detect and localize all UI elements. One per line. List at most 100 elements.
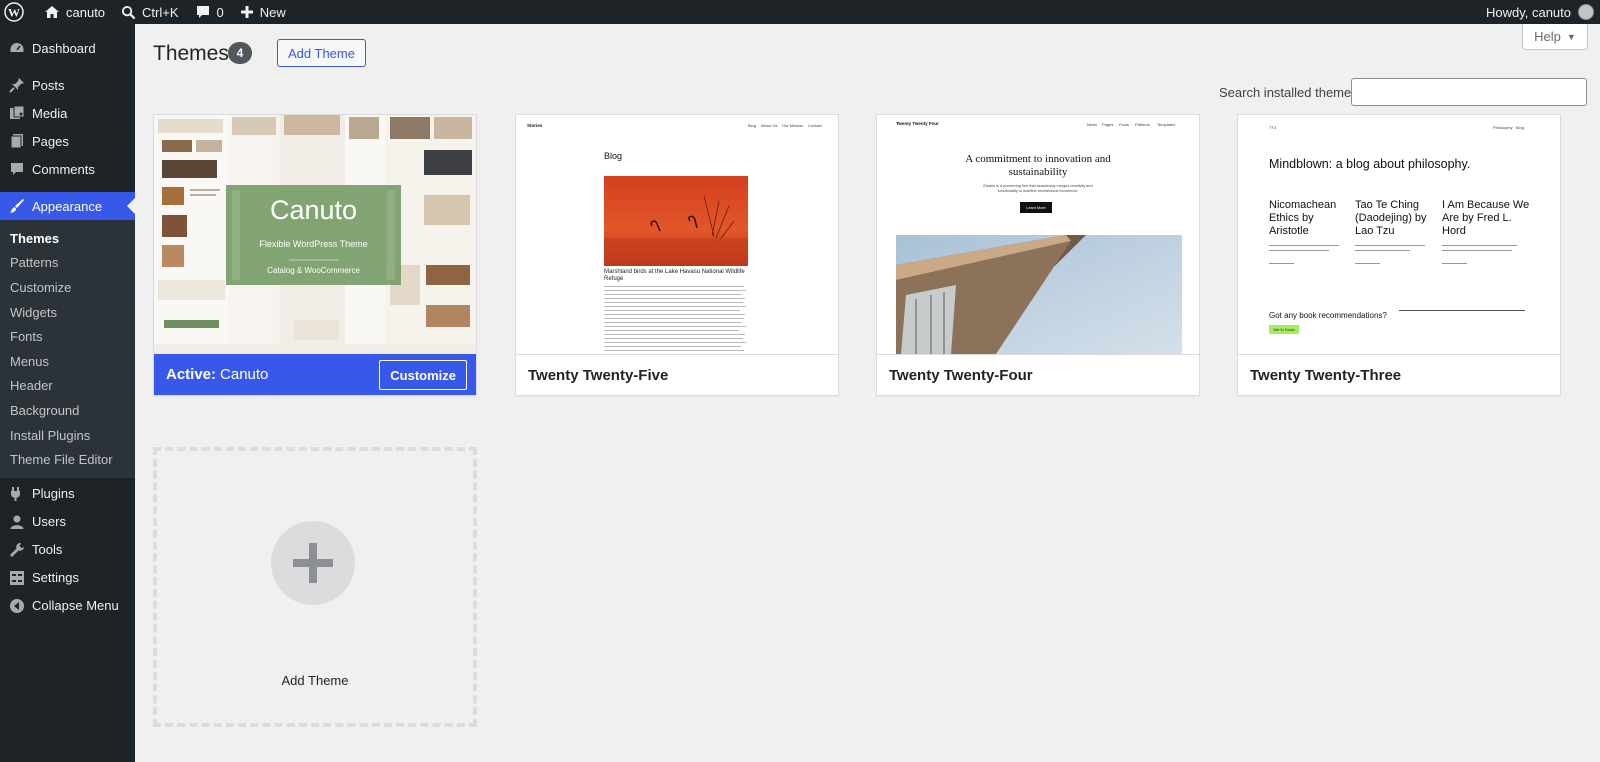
- submenu-themes[interactable]: Themes: [0, 226, 135, 251]
- submenu-menus[interactable]: Menus: [0, 349, 135, 374]
- avatar: [1578, 4, 1594, 20]
- theme-name-bar: Active: Canuto Customize: [154, 354, 476, 395]
- theme-name: Twenty Twenty-Three: [1250, 366, 1402, 384]
- shot-caption: Marshland birds at the Lake Havasu Natio…: [604, 269, 745, 282]
- shot-button: Get In Touch: [1269, 325, 1299, 334]
- shot-post: Nicomachean Ethics by Aristotle: [1269, 199, 1337, 237]
- menu-posts[interactable]: Posts: [0, 71, 135, 99]
- admin-bar: W canuto Ctrl+K 0 New Howdy, canuto: [0, 0, 1600, 24]
- theme-name-bar: Twenty Twenty-Four: [877, 354, 1199, 395]
- menu-plugins[interactable]: Plugins: [0, 480, 135, 508]
- theme-screenshot[interactable]: Twenty Twenty Four News Pages Posts Patt…: [877, 115, 1199, 354]
- search-shortcut: Ctrl+K: [142, 4, 179, 20]
- shot-subtitle: Flexible WordPress Theme: [259, 239, 368, 249]
- menu-label: Posts: [32, 77, 65, 93]
- search-themes-input[interactable]: [1351, 78, 1587, 106]
- user-icon: [9, 514, 25, 530]
- shot-nav-item: Patterns: [1135, 122, 1150, 127]
- theme-name: Canuto: [220, 366, 269, 383]
- submenu-background[interactable]: Background: [0, 398, 135, 423]
- site-name: canuto: [66, 4, 106, 20]
- submenu-patterns[interactable]: Patterns: [0, 251, 135, 276]
- command-palette-button[interactable]: Ctrl+K: [113, 0, 186, 24]
- shot-heading: Blog: [604, 151, 623, 161]
- menu-label: Dashboard: [32, 40, 96, 56]
- comment-icon: [196, 6, 209, 18]
- menu-users[interactable]: Users: [0, 508, 135, 536]
- add-new-theme-card[interactable]: Add Theme: [153, 447, 477, 727]
- bird-photo: [604, 176, 748, 266]
- dashboard-icon: [9, 40, 25, 56]
- site-name-link[interactable]: canuto: [36, 0, 113, 24]
- menu-label: Media: [32, 105, 68, 121]
- collapse-icon: [9, 598, 25, 614]
- submenu-install-plugins[interactable]: Install Plugins: [0, 423, 135, 448]
- main-content: Themes 4 Add Theme Help ▼ Search install…: [135, 24, 1600, 762]
- shot-post: I Am Because We Are by Fred L. Hord: [1442, 199, 1530, 237]
- menu-settings[interactable]: Settings: [0, 564, 135, 592]
- wordpress-logo-icon[interactable]: W: [0, 0, 36, 24]
- brush-icon: [9, 198, 25, 214]
- menu-label: Users: [32, 514, 66, 530]
- add-theme-label: Add Theme: [281, 673, 349, 688]
- theme-name: Twenty Twenty-Four: [889, 366, 1033, 384]
- menu-label: Settings: [32, 570, 79, 586]
- shot-button: Learn More: [1020, 202, 1052, 213]
- shot-nav-item: Contact: [808, 123, 822, 128]
- menu-label: Comments: [32, 161, 95, 177]
- menu-pages[interactable]: Pages: [0, 127, 135, 155]
- search-icon: [121, 5, 136, 19]
- shot-nav-item: Philosophy: [1493, 125, 1513, 130]
- settings-icon: [9, 570, 25, 586]
- svg-text:W: W: [8, 6, 20, 20]
- help-tab-button[interactable]: Help ▼: [1522, 24, 1588, 50]
- theme-screenshot[interactable]: TT3 Philosophy Blog Mindblown: a blog ab…: [1238, 115, 1560, 354]
- theme-card-twenty-twenty-four[interactable]: Twenty Twenty Four News Pages Posts Patt…: [876, 114, 1200, 396]
- comments-link[interactable]: 0: [187, 0, 232, 24]
- theme-screenshot[interactable]: Canuto Flexible WordPress Theme Catalog …: [154, 115, 476, 354]
- submenu-header[interactable]: Header: [0, 374, 135, 399]
- plus-icon: [271, 521, 355, 605]
- shot-nav-item: Templates: [1157, 122, 1176, 127]
- admin-sidebar: Dashboard Posts Media Pages Comments App…: [0, 24, 135, 762]
- add-theme-button[interactable]: Add Theme: [277, 39, 366, 67]
- shot-nav-item: Pages: [1102, 122, 1114, 127]
- submenu-widgets[interactable]: Widgets: [0, 300, 135, 325]
- theme-screenshot[interactable]: Stories Blog About Us Our Mission Contac…: [516, 115, 838, 354]
- shot-nav-item: Posts: [1119, 122, 1130, 127]
- shot-brand: Twenty Twenty Four: [896, 121, 939, 126]
- active-label: Active:: [166, 366, 217, 383]
- theme-card-twenty-twenty-five[interactable]: Stories Blog About Us Our Mission Contac…: [515, 114, 839, 396]
- comment-icon: [9, 161, 25, 177]
- shot-nav-item: Blog: [748, 123, 757, 128]
- menu-tools[interactable]: Tools: [0, 536, 135, 564]
- menu-dashboard[interactable]: Dashboard: [0, 34, 135, 62]
- pages-icon: [9, 133, 25, 149]
- shot-post: Tao Te Ching (Daodejing) by Lao Tzu: [1355, 199, 1427, 237]
- menu-label: Pages: [32, 133, 69, 149]
- shot-heading: A commitment to innovation and sustainab…: [965, 153, 1111, 178]
- plus-icon: [240, 6, 253, 18]
- shot-nav-item: News: [1087, 122, 1098, 127]
- customize-button[interactable]: Customize: [379, 360, 467, 390]
- shot-cta: Got any book recommendations?: [1269, 311, 1387, 320]
- menu-comments[interactable]: Comments: [0, 155, 135, 183]
- howdy-text: Howdy, canuto: [1485, 4, 1571, 20]
- theme-card-canuto[interactable]: Canuto Flexible WordPress Theme Catalog …: [153, 114, 477, 396]
- my-account[interactable]: Howdy, canuto: [1486, 4, 1600, 20]
- home-icon: [45, 6, 59, 18]
- menu-label: Tools: [32, 542, 63, 558]
- menu-collapse[interactable]: Collapse Menu: [0, 592, 135, 620]
- new-content-link[interactable]: New: [232, 0, 294, 24]
- menu-label: Plugins: [32, 486, 75, 502]
- search-label: Search installed themes: [1219, 85, 1358, 100]
- menu-media[interactable]: Media: [0, 99, 135, 127]
- theme-card-twenty-twenty-three[interactable]: TT3 Philosophy Blog Mindblown: a blog ab…: [1237, 114, 1561, 396]
- menu-appearance[interactable]: Appearance: [0, 192, 135, 220]
- menu-label: Appearance: [32, 198, 103, 214]
- submenu-fonts[interactable]: Fonts: [0, 324, 135, 349]
- wrench-icon: [9, 542, 25, 558]
- submenu-customize[interactable]: Customize: [0, 275, 135, 300]
- submenu-theme-file-editor[interactable]: Theme File Editor: [0, 447, 135, 472]
- shot-brand: Stories: [527, 123, 543, 128]
